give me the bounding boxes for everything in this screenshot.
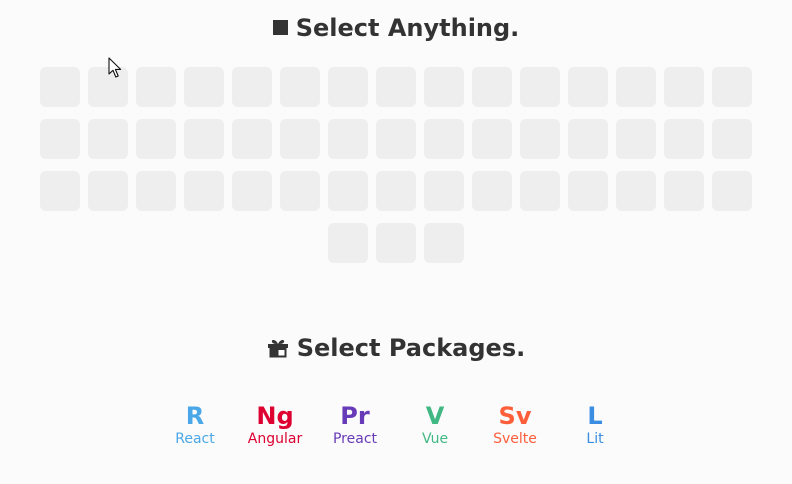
selectable-tile[interactable] [520,171,560,211]
selectable-tile[interactable] [136,171,176,211]
selectable-tile[interactable] [40,119,80,159]
selectable-tile[interactable] [424,171,464,211]
package-abbreviation: R [185,402,205,430]
selectable-tile[interactable] [664,171,704,211]
selectable-tile[interactable] [136,67,176,107]
package-abbreviation: V [425,402,445,430]
selectable-tile[interactable] [712,171,752,211]
selectable-tile[interactable] [376,171,416,211]
selectable-tile[interactable] [472,67,512,107]
selectable-tile[interactable] [280,67,320,107]
package-name: Preact [332,431,378,447]
selectable-tile[interactable] [616,119,656,159]
package-name: Angular [247,431,303,447]
selectable-tile[interactable] [424,119,464,159]
selectable-tile[interactable] [184,171,224,211]
selectable-tile[interactable] [328,223,368,263]
selectable-tile[interactable] [616,171,656,211]
package-abbreviation: Pr [340,402,370,430]
selectable-tile[interactable] [520,67,560,107]
selectable-tile[interactable] [568,67,608,107]
package-abbreviation: Sv [498,402,532,430]
selectable-tile[interactable] [472,171,512,211]
selectable-tile[interactable] [328,67,368,107]
selectable-tile[interactable] [280,119,320,159]
selectable-tile[interactable] [88,67,128,107]
selectable-tile[interactable] [184,119,224,159]
package-abbreviation: Ng [256,402,294,430]
selectable-tile[interactable] [376,67,416,107]
selectable-tile[interactable] [520,119,560,159]
selectable-tile[interactable] [424,223,464,263]
selectable-tile[interactable] [376,119,416,159]
selectable-tile[interactable] [232,119,272,159]
selectable-tile[interactable] [88,171,128,211]
selectable-tile[interactable] [40,171,80,211]
selectable-tile[interactable] [712,119,752,159]
selectable-tile[interactable] [88,119,128,159]
selectable-tile[interactable] [376,223,416,263]
package-item-lit[interactable]: L Lit [555,402,635,448]
selectable-tile[interactable] [280,171,320,211]
selectable-tile-grid [40,67,752,263]
package-abbreviation: L [587,402,603,430]
package-list: R React Ng Angular Pr Preact V Vue Sv Svelte L Lit [155,402,635,448]
select-packages-heading: Select Packages. [0,334,792,362]
package-item-angular[interactable]: Ng Angular [235,402,315,448]
select-anything-heading: Select Anything. [0,14,792,42]
selectable-tile[interactable] [664,119,704,159]
package-name: React [175,431,215,447]
selectable-tile[interactable] [712,67,752,107]
package-item-vue[interactable]: V Vue [395,402,475,448]
selectable-tile[interactable] [664,67,704,107]
package-name: Lit [586,431,604,447]
selectable-tile[interactable] [232,67,272,107]
selectable-tile[interactable] [232,171,272,211]
selectable-tile[interactable] [40,67,80,107]
select-anything-title: Select Anything. [295,14,520,42]
selectable-tile[interactable] [136,119,176,159]
selectable-tile[interactable] [568,171,608,211]
package-name: Vue [421,431,449,447]
selectable-tile[interactable] [472,119,512,159]
selectable-tile[interactable] [616,67,656,107]
selectable-tile[interactable] [328,119,368,159]
selectable-tile[interactable] [184,67,224,107]
package-item-react[interactable]: R React [155,402,235,448]
selectable-tile[interactable] [568,119,608,159]
black-square-icon [272,20,288,35]
gift-icon [267,339,288,358]
package-item-preact[interactable]: Pr Preact [315,402,395,448]
selectable-tile[interactable] [424,67,464,107]
package-name: Svelte [493,431,537,447]
select-packages-title: Select Packages. [296,334,526,362]
package-item-svelte[interactable]: Sv Svelte [475,402,555,448]
selectable-tile[interactable] [328,171,368,211]
